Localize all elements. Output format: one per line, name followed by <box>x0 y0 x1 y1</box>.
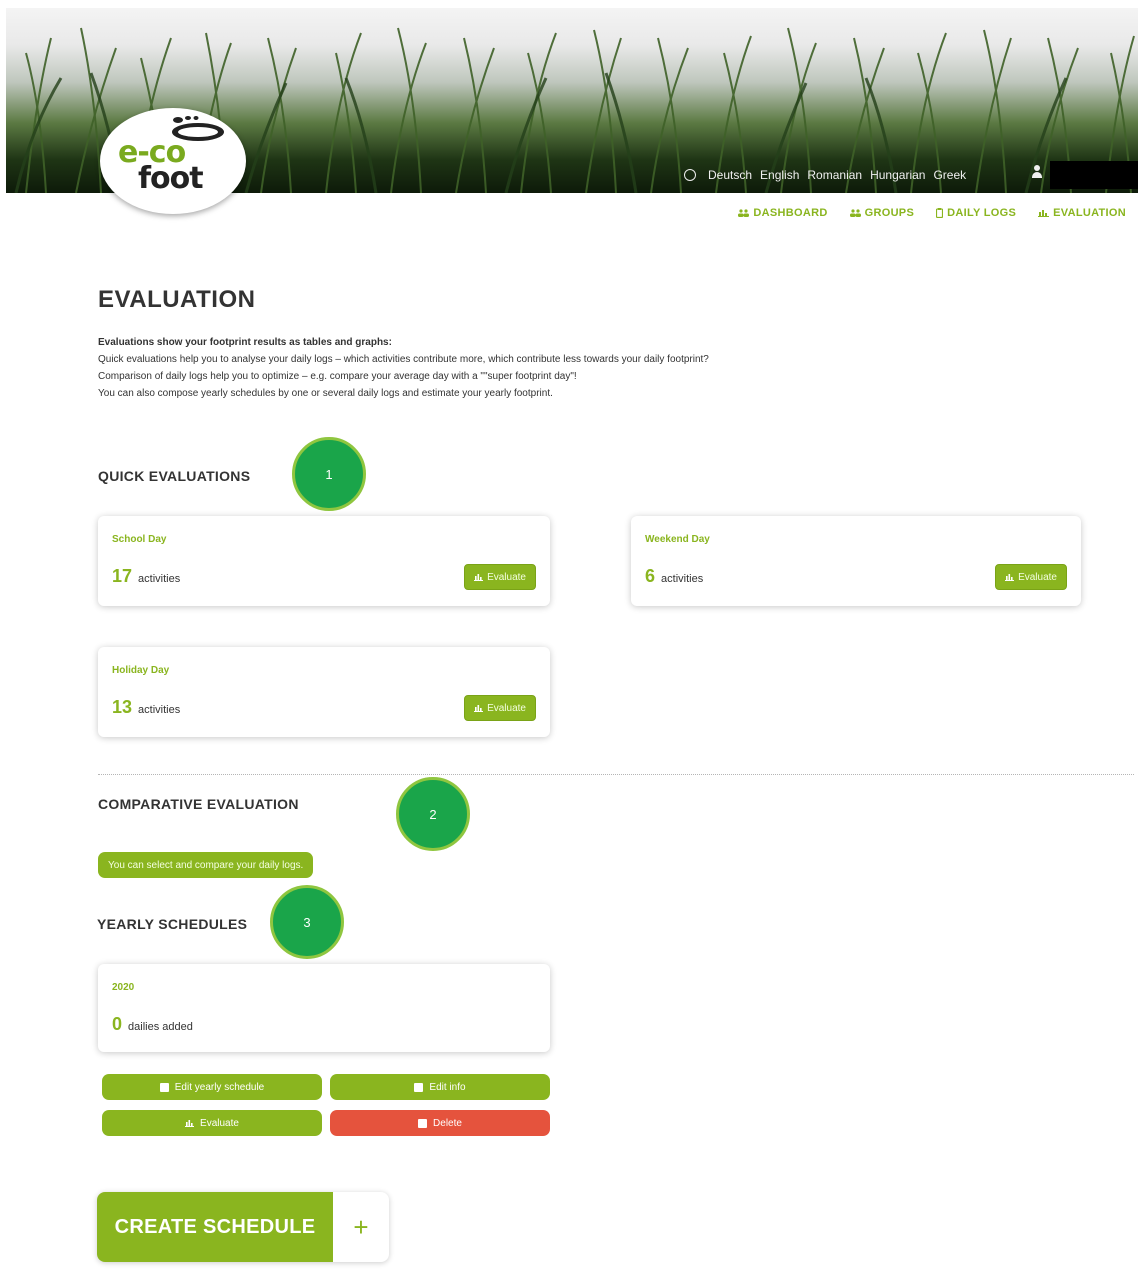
nav-groups[interactable]: GROUPS <box>849 207 915 219</box>
intro-text: Evaluations show your footprint results … <box>98 334 709 402</box>
lang-english[interactable]: English <box>760 168 799 182</box>
evaluate-button-label: Evaluate <box>487 571 526 583</box>
bar-chart-icon <box>1005 573 1015 581</box>
bar-chart-icon <box>185 1119 195 1127</box>
comparative-evaluation-title: COMPARATIVE EVALUATION <box>98 796 299 812</box>
count-value: 0 <box>112 1014 123 1034</box>
nav-evaluation-label: EVALUATION <box>1053 207 1126 219</box>
schedule-name: 2020 <box>112 982 135 993</box>
calendar-icon <box>159 1082 169 1092</box>
logo-text-foot: foot <box>138 161 204 196</box>
quick-evaluations-title: QUICK EVALUATIONS <box>98 468 251 484</box>
lang-hungarian[interactable]: Hungarian <box>870 168 925 182</box>
step-marker-3: 3 <box>270 885 344 959</box>
edit-info-button[interactable]: Edit info <box>330 1074 550 1100</box>
trash-icon <box>418 1118 428 1128</box>
language-switcher: Deutsch English Romanian Hungarian Greek <box>684 168 966 182</box>
yearly-schedule-card: 2020 0 dailies added <box>98 964 550 1052</box>
bar-chart-icon <box>474 573 484 581</box>
quick-eval-card-weekend-day: Weekend Day 6 activities Evaluate <box>631 516 1081 606</box>
section-divider <box>98 774 1134 775</box>
eco-foot-logo[interactable]: e-co foot <box>100 108 246 214</box>
page-title: EVALUATION <box>98 286 256 313</box>
count-unit: activities <box>138 573 181 585</box>
count-unit: activities <box>138 704 181 716</box>
count-unit: dailies added <box>128 1021 193 1033</box>
intro-line: You can also compose yearly schedules by… <box>98 388 553 399</box>
globe-icon <box>684 169 696 181</box>
compare-daily-logs-button[interactable]: You can select and compare your daily lo… <box>98 852 314 878</box>
clipboard-icon <box>936 208 944 218</box>
user-name-redacted[interactable] <box>1050 161 1138 189</box>
intro-line: Quick evaluations help you to analyse yo… <box>98 354 709 365</box>
evaluate-button[interactable]: Evaluate <box>464 695 536 721</box>
edit-yearly-schedule-label: Edit yearly schedule <box>174 1081 265 1093</box>
count-value: 13 <box>112 697 133 717</box>
main-nav: DASHBOARD GROUPS DAILY LOGS EVALUATION <box>738 207 1126 219</box>
lang-greek[interactable]: Greek <box>933 168 966 182</box>
create-schedule-button[interactable]: CREATE SCHEDULE + <box>97 1192 389 1262</box>
delete-schedule-button[interactable]: Delete <box>330 1110 550 1136</box>
evaluate-button[interactable]: Evaluate <box>995 564 1067 590</box>
nav-daily-logs[interactable]: DAILY LOGS <box>936 207 1016 219</box>
nav-evaluation[interactable]: EVALUATION <box>1038 207 1126 219</box>
bar-chart-icon <box>1038 210 1050 217</box>
delete-schedule-label: Delete <box>433 1117 462 1129</box>
lang-deutsch[interactable]: Deutsch <box>708 168 752 182</box>
activity-count: 13 activities <box>112 697 180 718</box>
quick-eval-card-holiday-day: Holiday Day 13 activities Evaluate <box>98 647 550 737</box>
card-name: Holiday Day <box>112 665 170 676</box>
evaluate-button-label: Evaluate <box>487 702 526 714</box>
user-icon[interactable] <box>1032 165 1042 179</box>
nav-dashboard[interactable]: DASHBOARD <box>738 207 827 219</box>
edit-icon <box>414 1082 424 1092</box>
yearly-schedules-title: YEARLY SCHEDULES <box>97 916 248 932</box>
step-marker-2: 2 <box>396 777 470 851</box>
intro-heading: Evaluations show your footprint results … <box>98 337 392 348</box>
evaluate-button-label: Evaluate <box>1018 571 1057 583</box>
card-name: School Day <box>112 534 167 545</box>
bar-chart-icon <box>474 704 484 712</box>
evaluate-schedule-button[interactable]: Evaluate <box>102 1110 322 1136</box>
quick-eval-card-school-day: School Day 17 activities Evaluate <box>98 516 550 606</box>
evaluate-button[interactable]: Evaluate <box>464 564 536 590</box>
edit-yearly-schedule-button[interactable]: Edit yearly schedule <box>102 1074 322 1100</box>
create-schedule-label: CREATE SCHEDULE <box>97 1192 333 1262</box>
users-icon <box>849 209 861 217</box>
activity-count: 17 activities <box>112 566 180 587</box>
count-unit: activities <box>661 573 704 585</box>
activity-count: 6 activities <box>645 566 703 587</box>
nav-dashboard-label: DASHBOARD <box>753 207 828 219</box>
nav-daily-logs-label: DAILY LOGS <box>947 207 1017 219</box>
edit-info-label: Edit info <box>429 1081 466 1093</box>
nav-groups-label: GROUPS <box>864 207 915 219</box>
lang-romanian[interactable]: Romanian <box>807 168 862 182</box>
card-name: Weekend Day <box>645 534 710 545</box>
evaluate-schedule-label: Evaluate <box>200 1117 239 1129</box>
dailies-count: 0 dailies added <box>112 1014 193 1035</box>
intro-line: Comparison of daily logs help you to opt… <box>98 371 577 382</box>
users-icon <box>738 209 750 217</box>
step-marker-1: 1 <box>292 437 366 511</box>
count-value: 6 <box>645 566 656 586</box>
count-value: 17 <box>112 566 133 586</box>
plus-icon: + <box>353 1211 369 1242</box>
